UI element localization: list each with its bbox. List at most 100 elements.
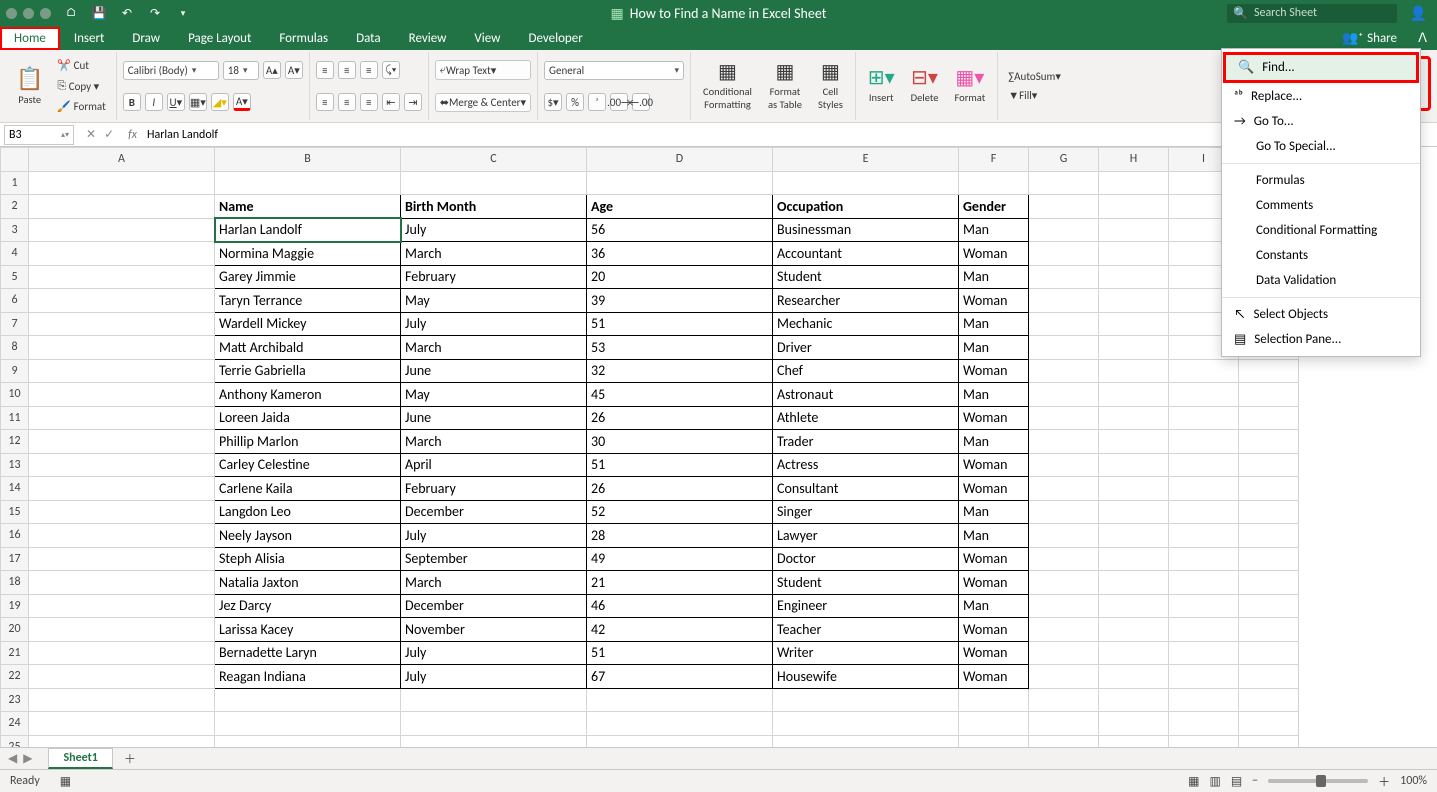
cell-G8[interactable] bbox=[1029, 336, 1099, 360]
paste-button[interactable]: 📋 Paste bbox=[10, 66, 49, 105]
row-header[interactable]: 3 bbox=[1, 218, 29, 242]
comma-button[interactable]: ʼ bbox=[588, 93, 606, 111]
cell-H16[interactable] bbox=[1099, 524, 1169, 548]
cell-D6[interactable]: 39 bbox=[587, 289, 773, 313]
name-box[interactable]: B3▴▾ bbox=[4, 125, 74, 145]
cell-F6[interactable]: Woman bbox=[959, 289, 1029, 313]
cell-I9[interactable] bbox=[1169, 359, 1239, 383]
font-color-button[interactable]: A▾ bbox=[233, 93, 251, 111]
align-right-icon[interactable]: ≡ bbox=[360, 93, 378, 111]
cell-A5[interactable] bbox=[29, 265, 215, 289]
menu-constants[interactable]: Constants bbox=[1222, 243, 1420, 268]
cell-C1[interactable] bbox=[401, 171, 587, 195]
cell-H21[interactable] bbox=[1099, 641, 1169, 665]
cell-D14[interactable]: 26 bbox=[587, 477, 773, 501]
cell-G13[interactable] bbox=[1029, 453, 1099, 477]
menu-selection-pane[interactable]: ▤Selection Pane... bbox=[1222, 327, 1420, 352]
cell-A21[interactable] bbox=[29, 641, 215, 665]
view-break-icon[interactable]: ▤ bbox=[1231, 774, 1242, 789]
decrease-decimal-button[interactable]: ←.00 bbox=[632, 93, 650, 111]
italic-button[interactable]: I bbox=[145, 93, 163, 111]
cell-E10[interactable]: Astronaut bbox=[773, 383, 959, 407]
cell-J24[interactable] bbox=[1239, 712, 1299, 736]
cell-F15[interactable]: Man bbox=[959, 500, 1029, 524]
row-header[interactable]: 16 bbox=[1, 524, 29, 548]
cell-C22[interactable]: July bbox=[401, 665, 587, 689]
cell-F25[interactable] bbox=[959, 735, 1029, 747]
underline-button[interactable]: U▾ bbox=[167, 93, 185, 111]
sheet-tab[interactable]: Sheet1 bbox=[48, 748, 112, 769]
cell-A2[interactable] bbox=[29, 195, 215, 219]
cell-B23[interactable] bbox=[215, 688, 401, 712]
cell-B5[interactable]: Garey Jimmie bbox=[215, 265, 401, 289]
cell-C24[interactable] bbox=[401, 712, 587, 736]
cell-E8[interactable]: Driver bbox=[773, 336, 959, 360]
format-cells-button[interactable]: ▦▾Format bbox=[949, 67, 992, 104]
macro-icon[interactable]: ▦ bbox=[60, 774, 71, 789]
cell-H1[interactable] bbox=[1099, 171, 1169, 195]
cell-J14[interactable] bbox=[1239, 477, 1299, 501]
cell-F1[interactable] bbox=[959, 171, 1029, 195]
cell-D11[interactable]: 26 bbox=[587, 406, 773, 430]
cell-styles-button[interactable]: ▦Cell Styles bbox=[812, 61, 849, 110]
col-header[interactable]: A bbox=[29, 148, 215, 172]
cell-H2[interactable] bbox=[1099, 195, 1169, 219]
cell-E2[interactable]: Occupation bbox=[773, 195, 959, 219]
cell-F22[interactable]: Woman bbox=[959, 665, 1029, 689]
cell-I13[interactable] bbox=[1169, 453, 1239, 477]
cell-I16[interactable] bbox=[1169, 524, 1239, 548]
cell-A3[interactable] bbox=[29, 218, 215, 242]
cell-B18[interactable]: Natalia Jaxton bbox=[215, 571, 401, 595]
cell-J13[interactable] bbox=[1239, 453, 1299, 477]
orientation-icon[interactable]: ⤹▾ bbox=[382, 61, 400, 79]
cell-F19[interactable]: Man bbox=[959, 594, 1029, 618]
cell-D3[interactable]: 56 bbox=[587, 218, 773, 242]
tab-home[interactable]: Home bbox=[0, 27, 60, 50]
cell-J20[interactable] bbox=[1239, 618, 1299, 642]
cell-E18[interactable]: Student bbox=[773, 571, 959, 595]
cell-G9[interactable] bbox=[1029, 359, 1099, 383]
cell-H25[interactable] bbox=[1099, 735, 1169, 747]
cell-B14[interactable]: Carlene Kaila bbox=[215, 477, 401, 501]
cell-B15[interactable]: Langdon Leo bbox=[215, 500, 401, 524]
row-header[interactable]: 19 bbox=[1, 594, 29, 618]
wrap-text-button[interactable]: ⤶ Wrap Text ▾ bbox=[435, 60, 531, 80]
cell-B20[interactable]: Larissa Kacey bbox=[215, 618, 401, 642]
cell-C3[interactable]: July bbox=[401, 218, 587, 242]
cell-B3[interactable]: Harlan Landolf bbox=[215, 218, 401, 242]
cell-D18[interactable]: 21 bbox=[587, 571, 773, 595]
cell-G11[interactable] bbox=[1029, 406, 1099, 430]
cell-C2[interactable]: Birth Month bbox=[401, 195, 587, 219]
cell-G6[interactable] bbox=[1029, 289, 1099, 313]
row-header[interactable]: 12 bbox=[1, 430, 29, 454]
cell-J19[interactable] bbox=[1239, 594, 1299, 618]
cell-B11[interactable]: Loreen Jaida bbox=[215, 406, 401, 430]
sheet-nav-left-icon[interactable]: ◀ bbox=[8, 751, 17, 766]
collapse-ribbon-icon[interactable]: ᐱ bbox=[1418, 31, 1427, 46]
cell-H4[interactable] bbox=[1099, 242, 1169, 266]
row-header[interactable]: 20 bbox=[1, 618, 29, 642]
cell-F14[interactable]: Woman bbox=[959, 477, 1029, 501]
cell-A22[interactable] bbox=[29, 665, 215, 689]
cell-C14[interactable]: February bbox=[401, 477, 587, 501]
cell-G25[interactable] bbox=[1029, 735, 1099, 747]
cell-D17[interactable]: 49 bbox=[587, 547, 773, 571]
cell-B8[interactable]: Matt Archibald bbox=[215, 336, 401, 360]
cell-J23[interactable] bbox=[1239, 688, 1299, 712]
cell-F20[interactable]: Woman bbox=[959, 618, 1029, 642]
cell-A6[interactable] bbox=[29, 289, 215, 313]
cell-I22[interactable] bbox=[1169, 665, 1239, 689]
cell-D8[interactable]: 53 bbox=[587, 336, 773, 360]
cell-I25[interactable] bbox=[1169, 735, 1239, 747]
cell-E19[interactable]: Engineer bbox=[773, 594, 959, 618]
row-header[interactable]: 5 bbox=[1, 265, 29, 289]
cell-D2[interactable]: Age bbox=[587, 195, 773, 219]
tab-formulas[interactable]: Formulas bbox=[265, 27, 342, 50]
row-header[interactable]: 8 bbox=[1, 336, 29, 360]
col-header[interactable]: H bbox=[1099, 148, 1169, 172]
cell-E11[interactable]: Athlete bbox=[773, 406, 959, 430]
cell-D20[interactable]: 42 bbox=[587, 618, 773, 642]
undo-icon[interactable]: ↶ bbox=[119, 5, 135, 21]
row-header[interactable]: 22 bbox=[1, 665, 29, 689]
cell-A23[interactable] bbox=[29, 688, 215, 712]
